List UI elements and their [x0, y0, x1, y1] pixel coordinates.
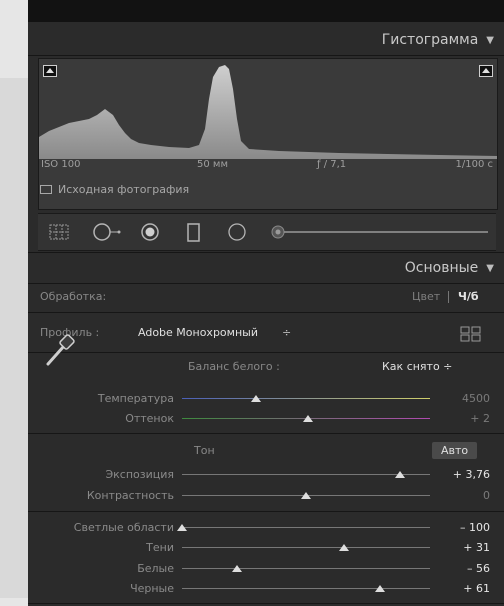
- slider-value[interactable]: + 3,76: [430, 468, 490, 481]
- slider-label: Температура: [97, 392, 174, 405]
- slider-3[interactable]: [182, 469, 430, 481]
- original-photo-label: Исходная фотография: [58, 183, 190, 196]
- profile-row: Профиль : Adobe Монохромный ÷: [28, 326, 504, 344]
- basic-title: Основные: [404, 260, 479, 276]
- slider-thumb[interactable]: [251, 395, 262, 402]
- radial-filter-icon[interactable]: [226, 223, 248, 241]
- treatment-bw-option[interactable]: Ч/б: [458, 290, 479, 303]
- profile-dropdown[interactable]: Adobe Монохромный: [138, 326, 258, 339]
- red-eye-icon[interactable]: [140, 223, 160, 241]
- grid-crop-icon[interactable]: [48, 223, 70, 241]
- slider-value[interactable]: + 2: [430, 412, 490, 425]
- slider-1[interactable]: [182, 393, 430, 405]
- graduated-filter-icon[interactable]: [186, 223, 202, 243]
- slider-label: Оттенок: [125, 412, 174, 425]
- slider-value[interactable]: 0: [430, 489, 490, 502]
- original-photo-toggle[interactable]: Исходная фотография: [40, 183, 189, 196]
- slider-thumb[interactable]: [375, 585, 386, 592]
- slider-value[interactable]: 4500: [430, 392, 490, 405]
- wb-dropdown[interactable]: Как снято ÷: [382, 360, 452, 373]
- treatment-row: Обработка: Цвет Ч/б: [28, 290, 504, 308]
- slider-4[interactable]: [182, 490, 430, 502]
- slider-thumb[interactable]: [231, 565, 242, 572]
- slider-track[interactable]: [182, 568, 430, 569]
- slider-track[interactable]: [182, 474, 430, 475]
- treatment-label: Обработка:: [40, 290, 107, 303]
- collapse-triangle-icon[interactable]: ▼: [486, 35, 494, 46]
- slider-thumb[interactable]: [303, 415, 314, 422]
- slider-thumb[interactable]: [395, 471, 406, 478]
- wb-label: Баланс белого :: [188, 360, 280, 373]
- slider-8[interactable]: [182, 583, 430, 595]
- slider-label: Контрастность: [86, 489, 174, 502]
- slider-value[interactable]: – 100: [430, 521, 490, 534]
- slider-value[interactable]: + 61: [430, 582, 490, 595]
- focal-length-value: 50 мм: [197, 159, 228, 170]
- slider-2[interactable]: [182, 413, 430, 425]
- profile-browser-grid-icon[interactable]: [460, 326, 482, 342]
- develop-right-panel: Гистограмма ▼ ISO 100 50 мм ƒ / 7,1 1/10…: [28, 0, 504, 606]
- slider-7[interactable]: [182, 563, 430, 575]
- slider-value[interactable]: + 31: [430, 541, 490, 554]
- exif-info: ISO 100 50 мм ƒ / 7,1 1/100 с: [39, 159, 497, 175]
- slider-label: Экспозиция: [105, 468, 174, 481]
- auto-button[interactable]: Авто: [432, 442, 478, 459]
- basic-header[interactable]: Основные ▼: [28, 256, 504, 280]
- tone-label: Тон: [194, 444, 215, 457]
- collapse-triangle-icon[interactable]: ▼: [486, 263, 494, 274]
- histogram-header[interactable]: Гистограмма ▼: [28, 28, 504, 52]
- iso-value: ISO 100: [41, 159, 81, 170]
- slider-track[interactable]: [182, 398, 430, 399]
- tool-strip: [38, 213, 496, 251]
- aperture-value: ƒ / 7,1: [317, 159, 347, 170]
- tone-row: Тон Авто: [28, 442, 504, 460]
- slider-label: Тени: [146, 541, 174, 554]
- slider-6[interactable]: [182, 542, 430, 554]
- original-photo-checkbox-icon[interactable]: [40, 185, 52, 194]
- slider-5[interactable]: [177, 522, 430, 534]
- slider-track[interactable]: [182, 588, 430, 589]
- slider-track[interactable]: [182, 547, 430, 548]
- shutter-value: 1/100 с: [455, 159, 494, 170]
- white-balance-row: Баланс белого : Как снято ÷: [28, 360, 504, 376]
- slider-label: Белые: [137, 562, 174, 575]
- slider-value[interactable]: – 56: [430, 562, 490, 575]
- histogram-title: Гистограмма: [381, 32, 479, 48]
- spot-removal-icon[interactable]: [92, 223, 122, 241]
- slider-thumb[interactable]: [339, 544, 350, 551]
- profile-dropdown-arrow-icon[interactable]: ÷: [282, 326, 291, 339]
- slider-label: Светлые области: [73, 521, 174, 534]
- top-bar: [28, 0, 504, 22]
- slider-thumb[interactable]: [177, 524, 187, 531]
- slider-track[interactable]: [182, 527, 430, 528]
- treatment-color-option[interactable]: Цвет: [412, 290, 440, 303]
- slider-thumb[interactable]: [301, 492, 311, 499]
- histogram-graph: [39, 65, 497, 159]
- slider-label: Черные: [130, 582, 174, 595]
- adjustment-brush-icon[interactable]: [268, 225, 490, 239]
